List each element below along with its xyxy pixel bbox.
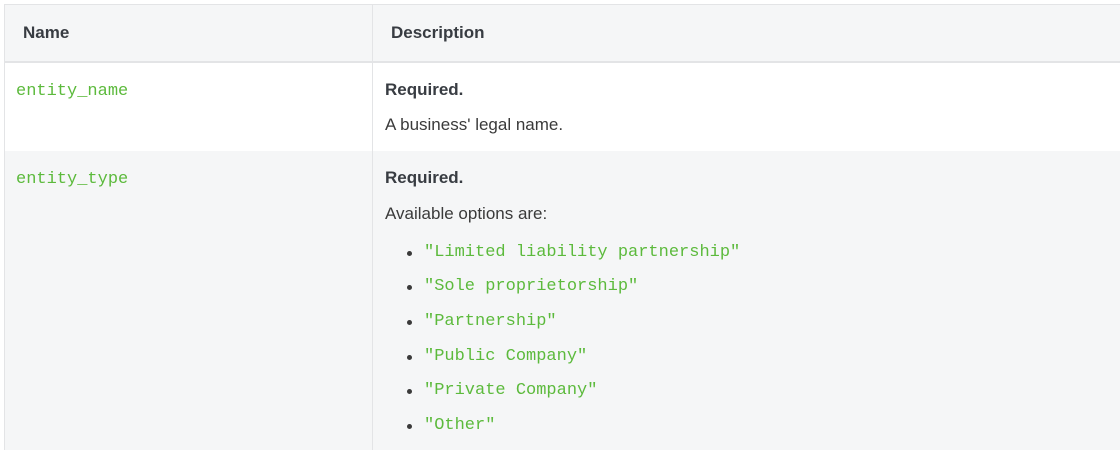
option-value: "Private Company" — [424, 381, 598, 401]
option-value: "Partnership" — [424, 311, 557, 331]
param-name-cell: entity_type — [5, 151, 373, 450]
description-text: A business' legal name. — [385, 115, 564, 134]
table-row: entity_name Required. A business' legal … — [5, 63, 1120, 151]
param-name: entity_type — [16, 170, 129, 189]
option-value: "Public Company" — [424, 346, 588, 366]
required-label: Required. — [385, 80, 464, 99]
bullet-icon — [407, 285, 412, 291]
list-item: "Other" — [407, 408, 1120, 443]
option-value: "Sole proprietorship" — [424, 277, 639, 297]
param-name-cell: entity_name — [5, 63, 373, 151]
table-header: Name Description — [5, 5, 1120, 63]
table-row: entity_type Required. Available options … — [5, 151, 1120, 450]
required-label: Required. — [385, 168, 464, 187]
header-name: Name — [5, 5, 373, 61]
bullet-icon — [407, 250, 412, 256]
options-list: "Limited liability partnership" "Sole pr… — [385, 235, 1120, 443]
param-description-cell: Required. A business' legal name. — [373, 63, 1120, 151]
list-item: "Private Company" — [407, 373, 1120, 408]
param-description-cell: Required. Available options are: "Limite… — [373, 151, 1120, 450]
parameters-table: Name Description entity_name Required. A… — [4, 4, 1120, 450]
description-text: Available options are: — [385, 204, 548, 223]
option-value: "Limited liability partnership" — [424, 242, 741, 262]
header-description: Description — [391, 23, 485, 42]
param-name: entity_name — [16, 82, 129, 101]
bullet-icon — [407, 423, 412, 429]
bullet-icon — [407, 389, 412, 395]
bullet-icon — [407, 319, 412, 325]
option-value: "Other" — [424, 415, 496, 435]
bullet-icon — [407, 354, 412, 360]
list-item: "Sole proprietorship" — [407, 270, 1120, 305]
list-item: "Limited liability partnership" — [407, 235, 1120, 270]
list-item: "Partnership" — [407, 304, 1120, 339]
list-item: "Public Company" — [407, 339, 1120, 374]
